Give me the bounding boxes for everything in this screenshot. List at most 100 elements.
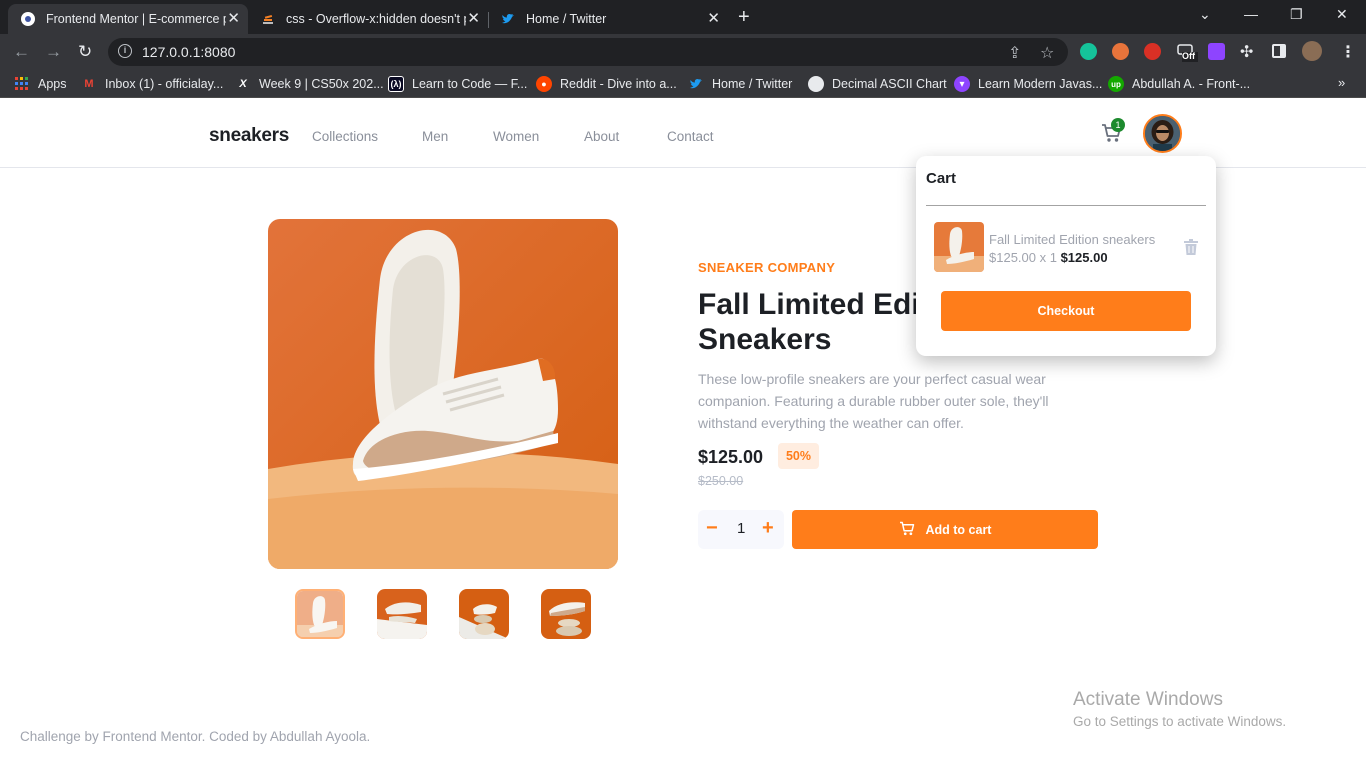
nav-link-contact[interactable]: Contact <box>667 129 714 144</box>
url-text[interactable]: 127.0.0.1:8080 <box>142 44 235 60</box>
bookmark-label: Abdullah A. - Front-... <box>1132 77 1251 91</box>
thumbnail-2[interactable] <box>377 589 427 639</box>
menu-dots-icon[interactable]: ⋮ <box>1340 42 1356 62</box>
forward-icon[interactable]: → <box>45 42 62 62</box>
nav-link-women[interactable]: Women <box>493 129 539 144</box>
thumbnail-1[interactable] <box>295 589 345 639</box>
new-tab-icon[interactable]: + <box>738 6 750 29</box>
cart-dropdown: Cart Fall Limited Edition sneakers $125.… <box>916 156 1216 356</box>
cs50-icon: X <box>239 78 247 90</box>
profile-avatar-icon[interactable] <box>1302 41 1322 61</box>
windows-activation-watermark: Activate Windows Go to Settings to activ… <box>1073 689 1286 729</box>
extension-icon[interactable] <box>1208 43 1225 60</box>
bookmark-label: Reddit - Dive into a... <box>560 77 677 91</box>
reload-icon[interactable]: ↻ <box>78 42 92 62</box>
restore-icon[interactable]: ❐ <box>1290 6 1303 23</box>
product-main-image[interactable] <box>268 219 618 569</box>
original-price: $250.00 <box>698 474 744 488</box>
bookmark-twitter[interactable]: Home / Twitter <box>688 76 792 92</box>
page: sneakers Collections Men Women About Con… <box>0 103 1366 768</box>
current-price: $125.00 <box>698 447 764 467</box>
add-to-cart-button[interactable]: Add to cart <box>792 510 1098 549</box>
cart-item-total: $125.00 <box>1060 250 1108 265</box>
cart-count-badge: 1 <box>1111 118 1125 132</box>
stackoverflow-icon <box>260 11 276 27</box>
close-tab-icon[interactable]: ✕ <box>227 11 240 27</box>
bookmark-apps[interactable]: Apps <box>14 76 67 92</box>
extension-off-badge: Off <box>1182 51 1195 61</box>
browser-tab-strip: Frontend Mentor | E-commerce p ✕ css - O… <box>0 0 1366 34</box>
bookmark-javascript[interactable]: ▾ Learn Modern Javas... <box>954 76 1102 92</box>
cart-title: Cart <box>926 170 957 187</box>
tab-search-icon[interactable]: ⌄ <box>1199 6 1211 23</box>
gmail-icon: M <box>84 78 94 90</box>
checkout-button[interactable]: Checkout <box>941 291 1191 331</box>
nav-link-collections[interactable]: Collections <box>312 129 378 144</box>
company-label: SNEAKER COMPANY <box>698 260 836 275</box>
grammarly-icon[interactable] <box>1080 43 1097 60</box>
extension-icon[interactable] <box>1112 43 1129 60</box>
bookmark-label: Apps <box>38 77 67 91</box>
adblock-icon[interactable] <box>1144 43 1161 60</box>
bookmark-label: Learn Modern Javas... <box>978 77 1103 91</box>
extension-off-icon[interactable]: Off <box>1176 42 1198 62</box>
bookmark-cs50[interactable]: X Week 9 | CS50x 202... <box>235 76 384 92</box>
globe-icon <box>808 76 824 92</box>
nav-link-about[interactable]: About <box>584 129 619 144</box>
more-bookmarks-icon[interactable]: » <box>1338 75 1345 90</box>
watermark-subtitle: Go to Settings to activate Windows. <box>1073 714 1287 729</box>
puzzle-icon[interactable]: ✣ <box>1240 42 1253 62</box>
address-bar[interactable]: i 127.0.0.1:8080 ⇪ ☆ <box>108 38 1068 66</box>
bookmarks-bar: Apps M Inbox (1) - officialay... X Week … <box>0 70 1366 98</box>
side-panel-icon[interactable] <box>1272 44 1286 58</box>
cart-item-name: Fall Limited Edition sneakers <box>989 232 1156 247</box>
tab-title: Home / Twitter <box>526 12 607 26</box>
browser-tab-active[interactable]: Frontend Mentor | E-commerce p ✕ <box>8 4 248 34</box>
bookmark-gmail[interactable]: M Inbox (1) - officialay... <box>81 76 223 92</box>
bookmark-label: Learn to Code — F... <box>412 77 528 91</box>
quantity-value: 1 <box>737 520 746 537</box>
browser-tab[interactable]: Home / Twitter ✕ <box>488 4 728 34</box>
close-tab-icon[interactable]: ✕ <box>467 11 480 27</box>
user-avatar[interactable] <box>1143 114 1182 153</box>
cart-item-price-line: $125.00 x 1 $125.00 <box>989 250 1108 265</box>
browser-tab[interactable]: css - Overflow-x:hidden doesn't p ✕ <box>248 4 488 34</box>
bookmark-ascii-chart[interactable]: Decimal ASCII Chart <box>808 76 947 92</box>
browser-toolbar: ← → ↻ i 127.0.0.1:8080 ⇪ ☆ Off ✣ ⋮ <box>0 34 1366 70</box>
site-logo[interactable]: sneakers <box>209 125 289 147</box>
bookmark-label: Home / Twitter <box>712 77 793 91</box>
discount-badge: 50% <box>778 443 819 469</box>
cart-item-image <box>934 222 984 272</box>
thumbnail-3[interactable] <box>459 589 509 639</box>
decrease-quantity-button[interactable]: − <box>706 517 718 539</box>
watermark-title: Activate Windows <box>1073 689 1223 710</box>
increase-quantity-button[interactable]: + <box>762 517 774 539</box>
course-icon: ▾ <box>954 76 970 92</box>
close-window-icon[interactable]: ✕ <box>1336 6 1348 23</box>
twitter-icon <box>500 11 516 27</box>
bookmark-freecodecamp[interactable]: (λ) Learn to Code — F... <box>388 76 527 92</box>
tab-title: css - Overflow-x:hidden doesn't p <box>286 12 466 26</box>
attribution-footer: Challenge by Frontend Mentor. Coded by A… <box>20 729 371 744</box>
cart-item-unit-price: $125.00 x 1 <box>989 250 1057 265</box>
share-icon[interactable]: ⇪ <box>1008 43 1021 63</box>
bookmark-reddit[interactable]: ● Reddit - Dive into a... <box>536 76 677 92</box>
bookmark-label: Decimal ASCII Chart <box>832 77 947 91</box>
quantity-stepper: − 1 + <box>698 510 784 549</box>
bookmark-label: Week 9 | CS50x 202... <box>259 77 384 91</box>
freecodecamp-icon: (λ) <box>388 76 404 92</box>
site-info-icon[interactable]: i <box>118 44 132 58</box>
nav-link-men[interactable]: Men <box>422 129 448 144</box>
frontend-mentor-icon <box>20 11 36 27</box>
back-icon[interactable]: ← <box>13 42 30 62</box>
close-tab-icon[interactable]: ✕ <box>707 11 720 27</box>
reddit-icon: ● <box>536 76 552 92</box>
minimize-icon[interactable]: — <box>1244 6 1258 22</box>
cart-icon <box>899 521 916 539</box>
tab-title: Frontend Mentor | E-commerce p <box>46 12 226 26</box>
thumbnail-4[interactable] <box>541 589 591 639</box>
delete-icon[interactable] <box>1184 239 1198 255</box>
product-description: These low-profile sneakers are your perf… <box>698 371 1049 431</box>
bookmark-upwork[interactable]: up Abdullah A. - Front-... <box>1108 76 1250 92</box>
bookmark-star-icon[interactable]: ☆ <box>1040 43 1054 63</box>
